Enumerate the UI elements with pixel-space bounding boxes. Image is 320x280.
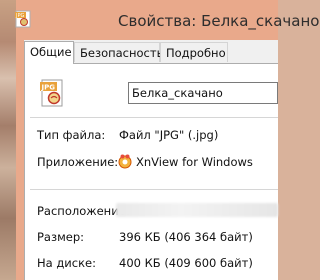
location-value-redacted (116, 203, 278, 217)
tab-security[interactable]: Безопасность (74, 42, 163, 62)
app-label: Приложение: (37, 155, 119, 169)
svg-text:JPG: JPG (41, 84, 56, 92)
svg-text:JPG: JPG (15, 13, 24, 19)
xnview-icon (118, 154, 132, 169)
size-label: Размер: (37, 230, 85, 244)
tab-general[interactable]: Общие (24, 41, 74, 64)
jpg-file-icon: JPG (40, 79, 63, 107)
file-name-input[interactable] (128, 82, 278, 104)
window-title: Свойства: Белка_скачано (118, 12, 320, 30)
app-value: XnView for Windows (136, 155, 253, 169)
desktop-background (0, 0, 16, 280)
file-type-label: Тип файла: (37, 128, 106, 142)
separator (30, 117, 278, 118)
disk-size-value: 400 КБ (409 600 байт) (119, 256, 253, 270)
disk-size-label: На диске: (37, 256, 96, 270)
tab-details[interactable]: Подробно (160, 42, 228, 62)
jpg-file-icon: JPG (15, 10, 31, 28)
separator (30, 189, 278, 190)
size-value: 396 КБ (406 364 байт) (119, 230, 253, 244)
title-bar[interactable]: JPG Свойства: Белка_скачано (15, 0, 319, 40)
file-type-value: Файл "JPG" (.jpg) (119, 128, 219, 142)
